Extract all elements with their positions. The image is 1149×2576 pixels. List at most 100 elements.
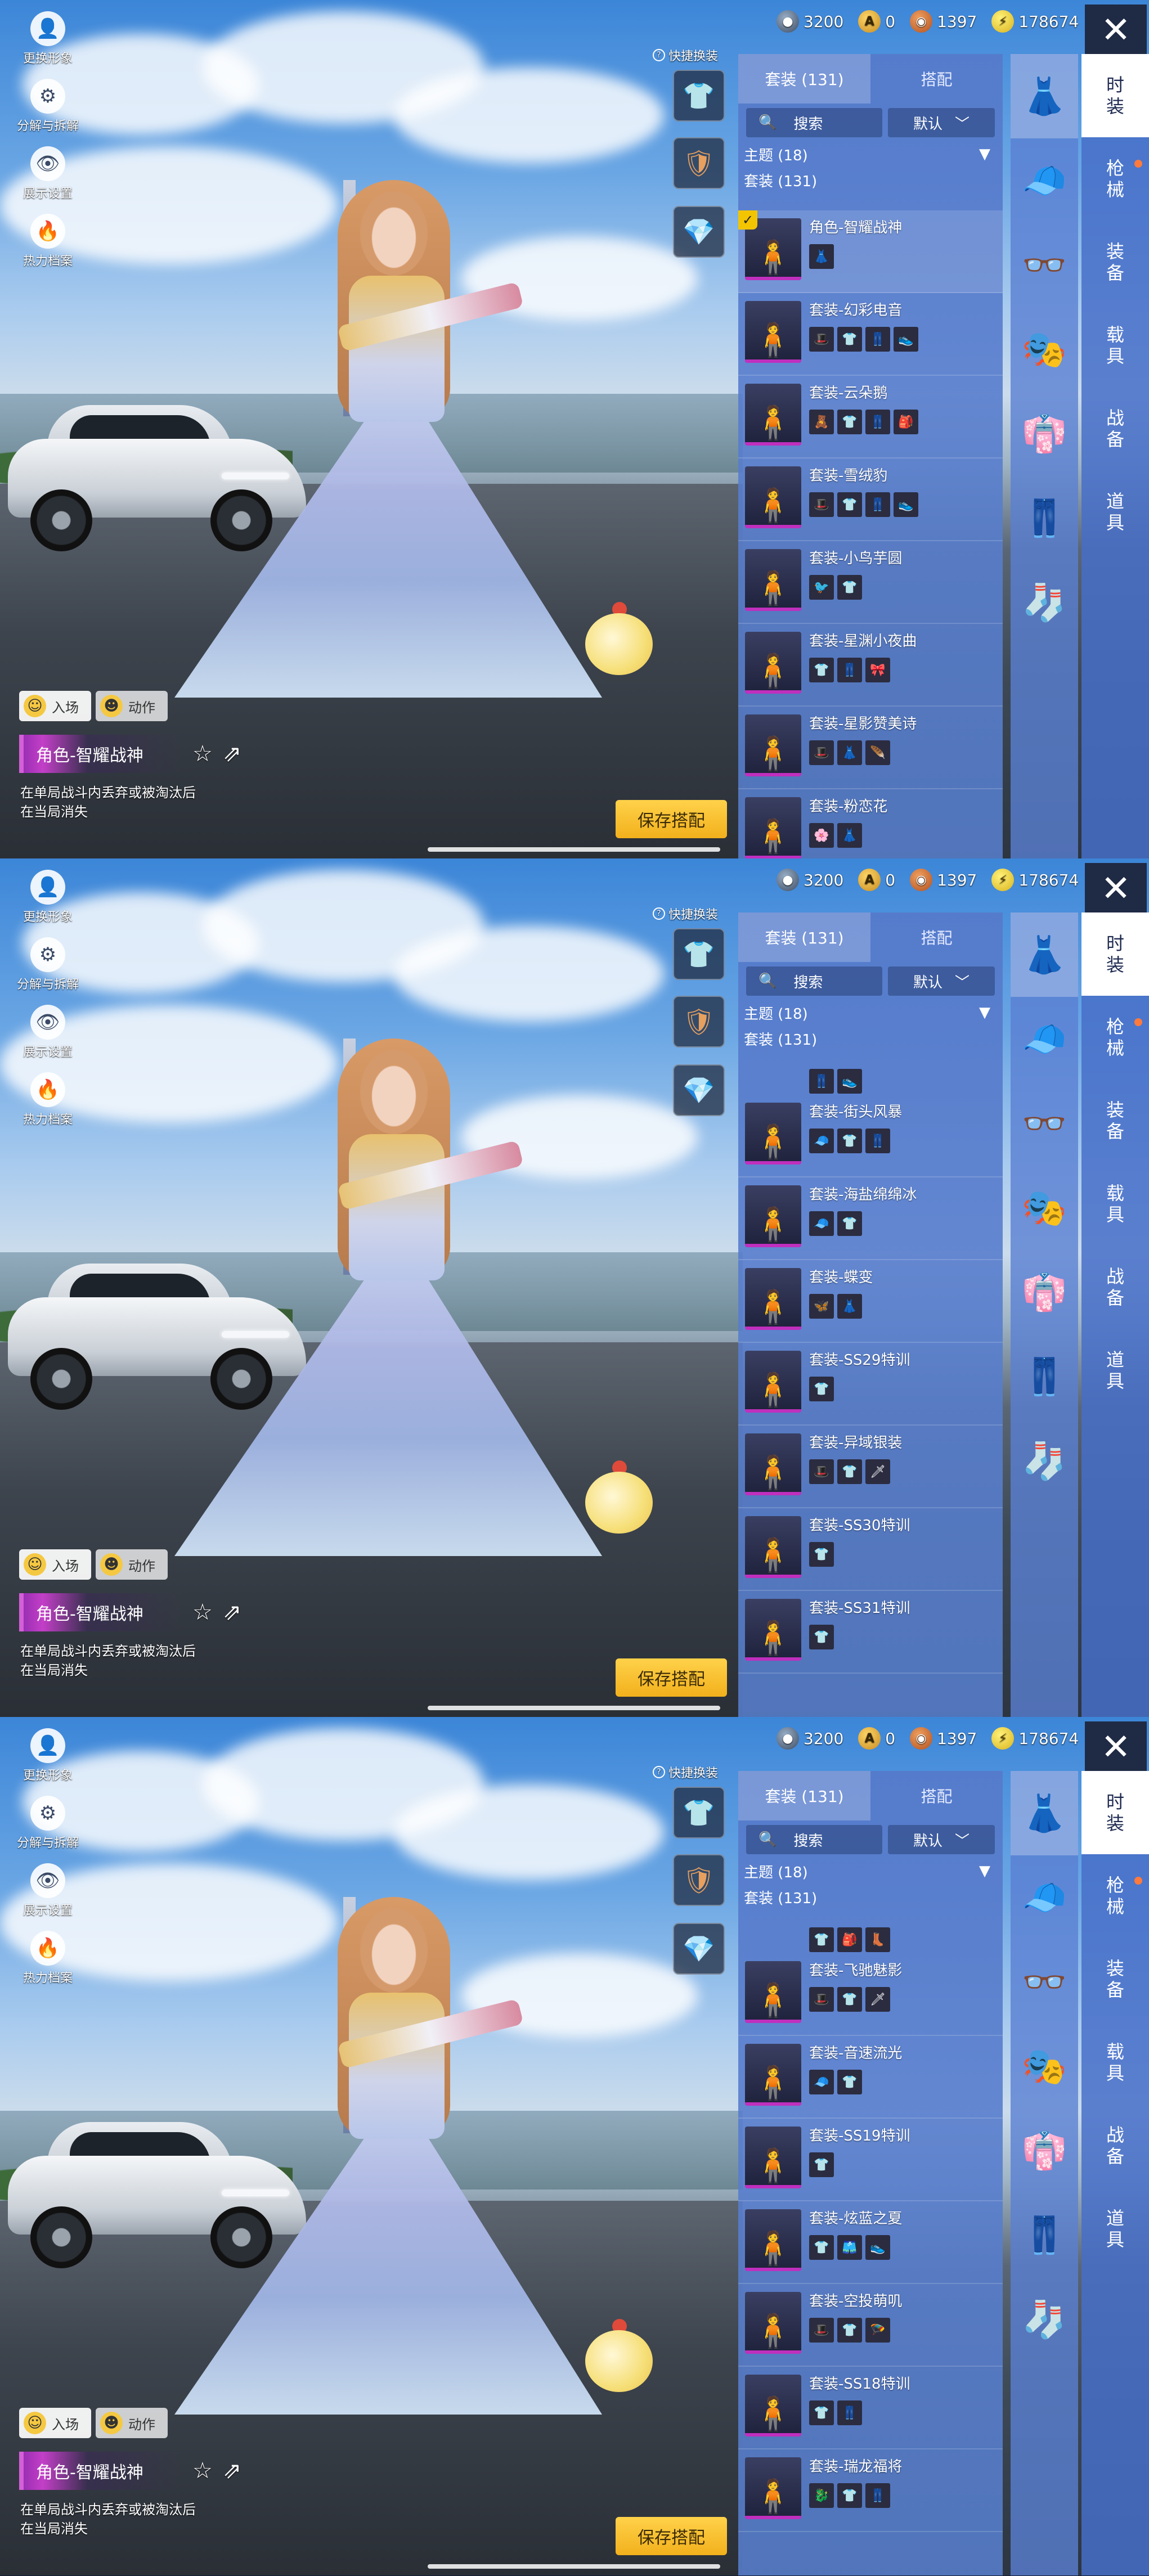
slot-socks[interactable]: 🧦: [1011, 560, 1078, 645]
currency-item-3[interactable]: ◉ 1397: [910, 10, 977, 33]
quick-change-label[interactable]: ? 快捷换装: [653, 46, 718, 64]
save-outfit-button[interactable]: 保存搭配: [616, 2517, 727, 2555]
currency-item-1[interactable]: ● 3200: [777, 869, 843, 891]
search-input[interactable]: 🔍 搜索: [746, 1825, 882, 1854]
slot-mask[interactable]: 🎭: [1011, 1166, 1078, 1250]
player-character[interactable]: [169, 169, 602, 709]
emote-button[interactable]: ☻ 动作: [96, 691, 168, 721]
outfit-list-item[interactable]: 🧍 套装-云朵鹅 🧸 👕 👖 🎒: [738, 376, 1003, 458]
theme-filter[interactable]: 主题 (18) ▼: [738, 998, 1003, 1027]
category-tab-4[interactable]: 载具: [1081, 304, 1149, 387]
outfit-list-item[interactable]: 🧍 套装-雪绒豹 🎩 👕 👖 👟: [738, 458, 1003, 541]
outfit-list-item[interactable]: 🧍 套装-炫蓝之夏 👕 🩳 👟: [738, 2201, 1003, 2284]
entrance-button[interactable]: ☺ 入场: [19, 1549, 91, 1580]
slot-pants[interactable]: 👖: [1011, 1334, 1078, 1419]
chick-pet[interactable]: [585, 2319, 653, 2392]
slot-cap[interactable]: 🧢: [1011, 997, 1078, 1081]
category-tab-3[interactable]: 装备: [1081, 221, 1149, 304]
category-tab-2[interactable]: 枪械: [1081, 1854, 1149, 1937]
tool-2[interactable]: ⚙ 分解与拆解: [11, 79, 84, 146]
currency-item-3[interactable]: ◉ 1397: [910, 869, 977, 891]
tab-combos[interactable]: 搭配: [870, 912, 1003, 962]
sort-dropdown[interactable]: 默认 ﹀: [888, 966, 995, 996]
category-tab-3[interactable]: 装备: [1081, 1079, 1149, 1162]
outfit-list-item[interactable]: 🧍 套装-街头风暴 🧢 👕 👖: [738, 1095, 1003, 1177]
slot-dress[interactable]: 👘: [1011, 1250, 1078, 1334]
save-outfit-button[interactable]: 保存搭配: [616, 1658, 727, 1697]
slot-outfit[interactable]: 👗: [1011, 54, 1078, 138]
outfit-list-item[interactable]: 🧍 套装-异域银装 🎩 👕 🗡: [738, 1426, 1003, 1508]
tool-4[interactable]: 🔥 热力档案: [11, 1072, 84, 1140]
quick-change-button-3[interactable]: 💎: [673, 206, 725, 258]
outfit-list-item[interactable]: 🧍 套装-幻彩电音 🎩 👕 👖 👟: [738, 293, 1003, 376]
tool-2[interactable]: ⚙ 分解与拆解: [11, 937, 84, 1005]
outfit-list-item[interactable]: 🧍 套装-瑞龙福将 🐉 👕 👖: [738, 2449, 1003, 2532]
category-tab-1[interactable]: 时装: [1081, 54, 1149, 137]
category-tab-5[interactable]: 战备: [1081, 1246, 1149, 1329]
quick-change-label[interactable]: ? 快捷换装: [653, 1763, 718, 1781]
outfit-list[interactable]: 👕 🎒 👢 🧍 套装-飞驰魅影 🎩 👕 🗡 🧍 套装-音速流光 🧢 👕 🧍 套装-SS19特训 👕 🧍 套装-炫…: [738, 1927, 1003, 2575]
outfit-list[interactable]: ✓ 🧍 角色-智耀战神 👗 🧍 套装-幻彩电音 🎩 👕 👖 👟 🧍 套装-云朵鹅 🧸 👕 👖 🎒 🧍 套装-雪绒豹…: [738, 210, 1003, 858]
quick-change-label[interactable]: ? 快捷换装: [653, 905, 718, 923]
currency-item-1[interactable]: ● 3200: [777, 10, 843, 33]
chick-pet[interactable]: [585, 602, 653, 675]
outfit-list-item[interactable]: 🧍 套装-SS31特训 👕: [738, 1591, 1003, 1674]
currency-item-4[interactable]: ⚡ 178674: [991, 869, 1079, 891]
category-tab-5[interactable]: 战备: [1081, 387, 1149, 470]
currency-item-2[interactable]: A0: [858, 869, 895, 891]
close-button[interactable]: ✕: [1085, 863, 1147, 915]
tab-combos[interactable]: 搭配: [870, 54, 1003, 104]
slot-outfit[interactable]: 👗: [1011, 912, 1078, 997]
tool-1[interactable]: 👤 更换形象: [11, 870, 84, 937]
outfit-list-item[interactable]: 🧍 套装-SS19特训 👕: [738, 2119, 1003, 2201]
slot-outfit[interactable]: 👗: [1011, 1771, 1078, 1855]
category-tab-3[interactable]: 装备: [1081, 1937, 1149, 2021]
theme-filter[interactable]: 主题 (18) ▼: [738, 1856, 1003, 1886]
category-tab-5[interactable]: 战备: [1081, 2104, 1149, 2187]
quick-change-button-1[interactable]: 👕: [673, 1787, 725, 1838]
slot-dress[interactable]: 👘: [1011, 392, 1078, 476]
quick-change-button-2[interactable]: 🛡: [673, 137, 725, 189]
slot-socks[interactable]: 🧦: [1011, 1419, 1078, 1503]
player-character[interactable]: [169, 1886, 602, 2426]
currency-item-4[interactable]: ⚡ 178674: [991, 10, 1079, 33]
search-input[interactable]: 🔍 搜索: [746, 108, 882, 137]
tool-3[interactable]: 👁 展示设置: [11, 1005, 84, 1072]
entrance-button[interactable]: ☺ 入场: [19, 691, 91, 721]
outfit-list-item[interactable]: 🧍 套装-SS29特训 👕: [738, 1343, 1003, 1426]
tool-4[interactable]: 🔥 热力档案: [11, 214, 84, 281]
outfit-list[interactable]: 👖 👟 🧍 套装-街头风暴 🧢 👕 👖 🧍 套装-海盐绵绵冰 🧢 👕 🧍 套装-蝶变 🦋 👗 🧍 套装-SS29…: [738, 1069, 1003, 1717]
outfit-list-item[interactable]: 🧍 套装-海盐绵绵冰 🧢 👕: [738, 1177, 1003, 1260]
outfit-list-item[interactable]: ✓ 🧍 角色-智耀战神 👗: [738, 210, 1003, 293]
category-tab-6[interactable]: 道具: [1081, 470, 1149, 554]
category-tab-2[interactable]: 枪械: [1081, 137, 1149, 221]
partial-list-item[interactable]: 👕 🎒 👢: [738, 1927, 1003, 1953]
currency-item-1[interactable]: ● 3200: [777, 1727, 843, 1750]
share-icon[interactable]: ⇗: [223, 1599, 242, 1625]
tool-3[interactable]: 👁 展示设置: [11, 146, 84, 214]
quick-change-button-3[interactable]: 💎: [673, 1923, 725, 1975]
currency-item-2[interactable]: A0: [858, 1727, 895, 1750]
tab-combos[interactable]: 搭配: [870, 1771, 1003, 1820]
slot-cap[interactable]: 🧢: [1011, 1855, 1078, 1940]
quick-change-button-3[interactable]: 💎: [673, 1064, 725, 1116]
category-tab-1[interactable]: 时装: [1081, 912, 1149, 996]
tab-outfits[interactable]: 套装 (131): [738, 54, 870, 104]
category-tab-4[interactable]: 载具: [1081, 2021, 1149, 2104]
outfit-list-item[interactable]: 🧍 套装-星影赞美诗 🎩 👗 🪶: [738, 707, 1003, 789]
slot-pants[interactable]: 👖: [1011, 476, 1078, 560]
quick-change-button-1[interactable]: 👕: [673, 928, 725, 980]
category-tab-2[interactable]: 枪械: [1081, 996, 1149, 1079]
tool-1[interactable]: 👤 更换形象: [11, 11, 84, 79]
close-button[interactable]: ✕: [1085, 1721, 1147, 1773]
star-icon[interactable]: ☆: [192, 741, 213, 767]
sort-dropdown[interactable]: 默认 ﹀: [888, 1825, 995, 1854]
slot-pants[interactable]: 👖: [1011, 2193, 1078, 2277]
tool-3[interactable]: 👁 展示设置: [11, 1863, 84, 1931]
chick-pet[interactable]: [585, 1460, 653, 1534]
outfit-list-item[interactable]: 🧍 套装-蝶变 🦋 👗: [738, 1260, 1003, 1343]
sort-dropdown[interactable]: 默认 ﹀: [888, 108, 995, 137]
entrance-button[interactable]: ☺ 入场: [19, 2408, 91, 2438]
tool-2[interactable]: ⚙ 分解与拆解: [11, 1796, 84, 1863]
tool-1[interactable]: 👤 更换形象: [11, 1728, 84, 1796]
